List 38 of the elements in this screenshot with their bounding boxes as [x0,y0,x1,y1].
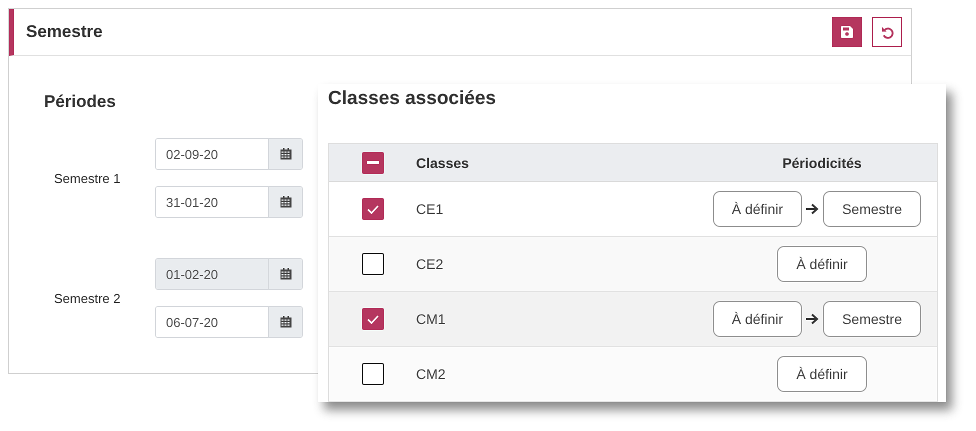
dialog-title: Classes associées [328,88,497,110]
calendar-icon [280,268,292,280]
row-checkbox[interactable] [362,363,384,385]
undo-button[interactable] [872,17,902,47]
calendar-icon [280,148,292,160]
section-title: Périodes [44,92,116,112]
period-label: Semestre 1 [53,170,122,186]
check-icon [366,314,378,324]
select-all-checkbox[interactable] [362,152,384,174]
arrow-right-icon [806,203,820,215]
save-button[interactable] [832,17,862,47]
period-label: Semestre 2 [53,290,122,306]
row-checkbox[interactable] [362,253,384,275]
column-header: Périodicités [782,154,862,170]
arrow-right-icon [806,313,820,325]
minus-icon [366,161,378,164]
periodicity-button[interactable]: À définir [777,246,867,282]
class-name: CE1 [416,201,444,217]
periodicity-button[interactable]: À définir [712,301,802,337]
save-icon [841,26,853,38]
class-name: CM2 [416,366,447,382]
class-name: CM1 [416,311,447,327]
calendar-icon [280,196,292,208]
periodicity-button[interactable]: Semestre [823,191,921,227]
calendar-icon [280,316,292,328]
row-checkbox[interactable] [362,308,384,330]
date-field[interactable]: 06-07-20 [155,306,303,338]
column-header: Classes [416,154,470,170]
card-title: Semestre [26,22,104,42]
date-field[interactable]: 31-01-20 [155,186,303,218]
date-field[interactable]: 02-09-20 [155,138,303,170]
row-checkbox[interactable] [362,198,384,220]
periodicity-button[interactable]: À définir [777,356,867,392]
check-icon [366,204,378,214]
periodicity-button[interactable]: À définir [712,191,802,227]
class-name: CE2 [416,256,444,272]
periodicity-button[interactable]: Semestre [823,301,921,337]
undo-icon [880,26,894,38]
